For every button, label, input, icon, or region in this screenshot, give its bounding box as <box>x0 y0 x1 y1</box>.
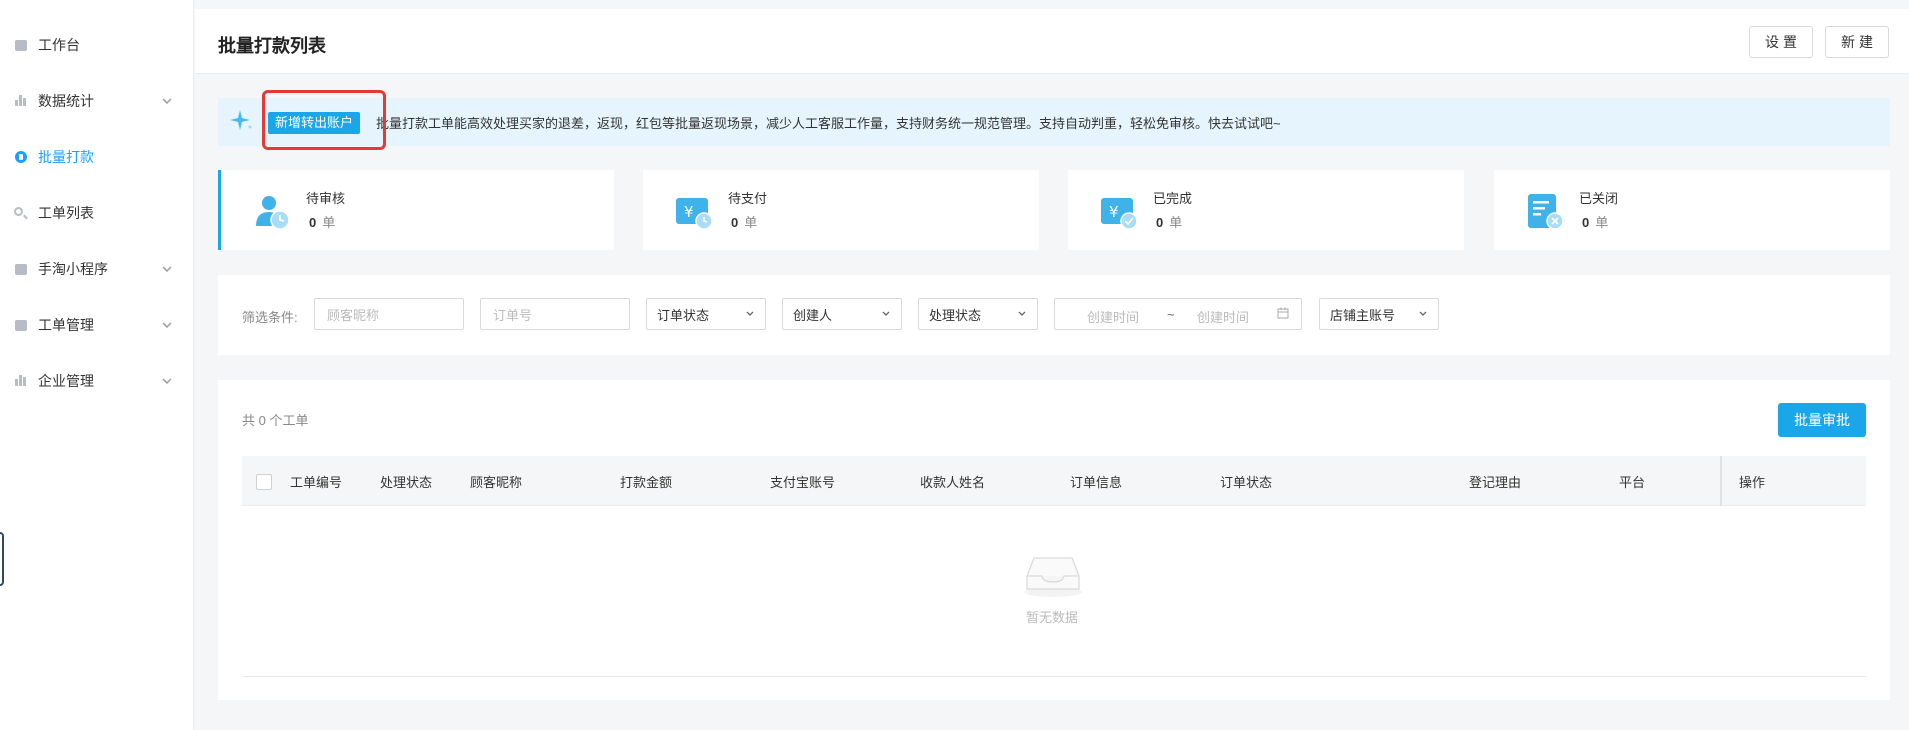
empty-text: 暂无数据 <box>1026 610 1079 625</box>
shop-account-select-label: 店铺主账号 <box>1330 307 1396 323</box>
chevron-down-icon <box>746 311 754 316</box>
stat-label: 已关闭 <box>1579 191 1619 206</box>
chevron-down-icon <box>162 98 172 104</box>
sidebar: 工作台 数据统计 批量打款 工单列表 手淘小程序 工单管理 企业管理 <box>0 0 194 730</box>
desk-icon <box>14 38 28 52</box>
sidebar-item-ticket-list[interactable]: 工单列表 <box>0 193 194 233</box>
sidebar-item-data-stats[interactable]: 数据统计 <box>0 81 194 121</box>
total-count: 共 0 个工单 <box>242 413 309 428</box>
new-button[interactable]: 新建 <box>1825 26 1889 58</box>
stat-count: 0单 <box>731 215 758 230</box>
drag-handle[interactable] <box>0 532 4 586</box>
chevron-down-icon <box>162 322 172 328</box>
range-separator: ~ <box>1167 307 1175 322</box>
column-header[interactable]: 登记理由 <box>1469 472 1521 491</box>
column-header[interactable]: 订单状态 <box>1220 472 1272 491</box>
pending-review-icon <box>256 196 290 230</box>
order-status-select[interactable]: 订单状态 <box>646 298 766 330</box>
stat-label: 待支付 <box>728 191 768 206</box>
stat-label: 已完成 <box>1153 191 1193 206</box>
process-status-select-label: 处理状态 <box>929 307 982 323</box>
column-header[interactable]: 打款金额 <box>620 472 672 491</box>
chevron-down-icon <box>882 311 890 316</box>
clipboard-icon <box>14 262 28 276</box>
order-status-select-label: 订单状态 <box>657 307 710 323</box>
sidebar-item-label: 工单列表 <box>38 205 94 221</box>
bar-chart-icon <box>14 94 28 108</box>
column-header[interactable]: 操作 <box>1739 472 1765 491</box>
stat-card-pending-payment[interactable]: ¥ 待支付 0单 <box>643 170 1039 250</box>
column-header[interactable]: 处理状态 <box>380 472 432 491</box>
creator-select-label: 创建人 <box>793 307 833 323</box>
column-header[interactable]: 顾客昵称 <box>470 472 522 491</box>
table-divider <box>242 676 1866 677</box>
sidebar-item-ticket-management[interactable]: 工单管理 <box>0 305 194 345</box>
select-all-checkbox[interactable] <box>256 474 272 490</box>
svg-text:¥: ¥ <box>684 203 694 221</box>
search-icon <box>14 206 28 220</box>
stat-card-pending-review[interactable]: 待审核 0单 <box>218 170 614 250</box>
column-header[interactable]: 平台 <box>1619 472 1645 491</box>
calendar-icon <box>1277 307 1289 319</box>
column-header[interactable]: 工单编号 <box>290 472 342 491</box>
sidebar-item-label: 数据统计 <box>38 93 94 109</box>
stat-label: 待审核 <box>306 191 346 206</box>
empty-inbox-icon <box>1024 557 1082 597</box>
add-payout-account-tag[interactable]: 新增转出账户 <box>268 112 361 134</box>
column-divider <box>1720 456 1722 506</box>
sidebar-item-label: 批量打款 <box>38 149 94 165</box>
table-header: 工单编号 处理状态 顾客昵称 打款金额 支付宝账号 收款人姓名 订单信息 订单状… <box>242 456 1866 506</box>
money-icon <box>14 150 28 164</box>
sparkle-icon <box>230 110 252 130</box>
sidebar-item-enterprise[interactable]: 企业管理 <box>0 361 194 401</box>
sidebar-item-batch-payment[interactable]: 批量打款 <box>0 137 194 177</box>
stat-card-closed[interactable]: 已关闭 0单 <box>1494 170 1890 250</box>
sidebar-item-label: 工作台 <box>38 37 80 53</box>
closed-icon <box>1528 194 1564 230</box>
pending-payment-icon: ¥ <box>676 198 713 230</box>
column-header[interactable]: 收款人姓名 <box>920 472 985 491</box>
chevron-down-icon <box>1419 311 1427 316</box>
stat-card-completed[interactable]: ¥ 已完成 0单 <box>1068 170 1464 250</box>
process-status-select[interactable]: 处理状态 <box>918 298 1038 330</box>
stat-count: 0单 <box>1156 215 1183 230</box>
order-number-input[interactable]: 订单号 <box>480 298 630 330</box>
creator-select[interactable]: 创建人 <box>782 298 902 330</box>
chevron-down-icon <box>162 266 172 272</box>
created-time-start[interactable]: 创建时间 <box>1087 307 1139 326</box>
sidebar-item-label: 手淘小程序 <box>38 261 108 277</box>
column-header[interactable]: 支付宝账号 <box>770 472 835 491</box>
stat-count: 0单 <box>1582 215 1609 230</box>
building-icon <box>14 374 28 388</box>
chevron-down-icon <box>162 378 172 384</box>
shop-account-select[interactable]: 店铺主账号 <box>1319 298 1439 330</box>
page-title: 批量打款列表 <box>218 36 326 56</box>
stat-count: 0单 <box>309 215 336 230</box>
sidebar-item-label: 企业管理 <box>38 373 94 389</box>
sidebar-item-mini-program[interactable]: 手淘小程序 <box>0 249 194 289</box>
document-icon <box>14 318 28 332</box>
filter-panel: 筛选条件: 顾客昵称 订单号 订单状态 创建人 处理状态 创建时间 ~ 创建时间… <box>218 275 1890 355</box>
chevron-down-icon <box>1018 311 1026 316</box>
batch-approve-button[interactable]: 批量审批 <box>1778 403 1866 437</box>
banner-text: 批量打款工单能高效处理买家的退差，返现，红包等批量返现场景，减少人工客服工作量，… <box>376 116 1281 131</box>
settings-button[interactable]: 设置 <box>1749 26 1813 58</box>
page-header: 批量打款列表 设置 新建 <box>195 9 1909 74</box>
table-panel: 共 0 个工单 批量审批 工单编号 处理状态 顾客昵称 打款金额 支付宝账号 收… <box>218 380 1890 700</box>
top-strip <box>195 0 1909 9</box>
filter-label: 筛选条件: <box>242 310 298 325</box>
column-header[interactable]: 订单信息 <box>1070 472 1122 491</box>
svg-text:¥: ¥ <box>1109 203 1119 221</box>
customer-nickname-input[interactable]: 顾客昵称 <box>314 298 464 330</box>
created-time-end[interactable]: 创建时间 <box>1197 307 1249 326</box>
completed-icon: ¥ <box>1101 198 1138 230</box>
sidebar-item-workbench[interactable]: 工作台 <box>0 25 194 65</box>
info-banner: 新增转出账户 批量打款工单能高效处理买家的退差，返现，红包等批量返现场景，减少人… <box>218 98 1890 146</box>
created-time-range-picker[interactable]: 创建时间 ~ 创建时间 <box>1054 298 1302 330</box>
sidebar-item-label: 工单管理 <box>38 317 94 333</box>
